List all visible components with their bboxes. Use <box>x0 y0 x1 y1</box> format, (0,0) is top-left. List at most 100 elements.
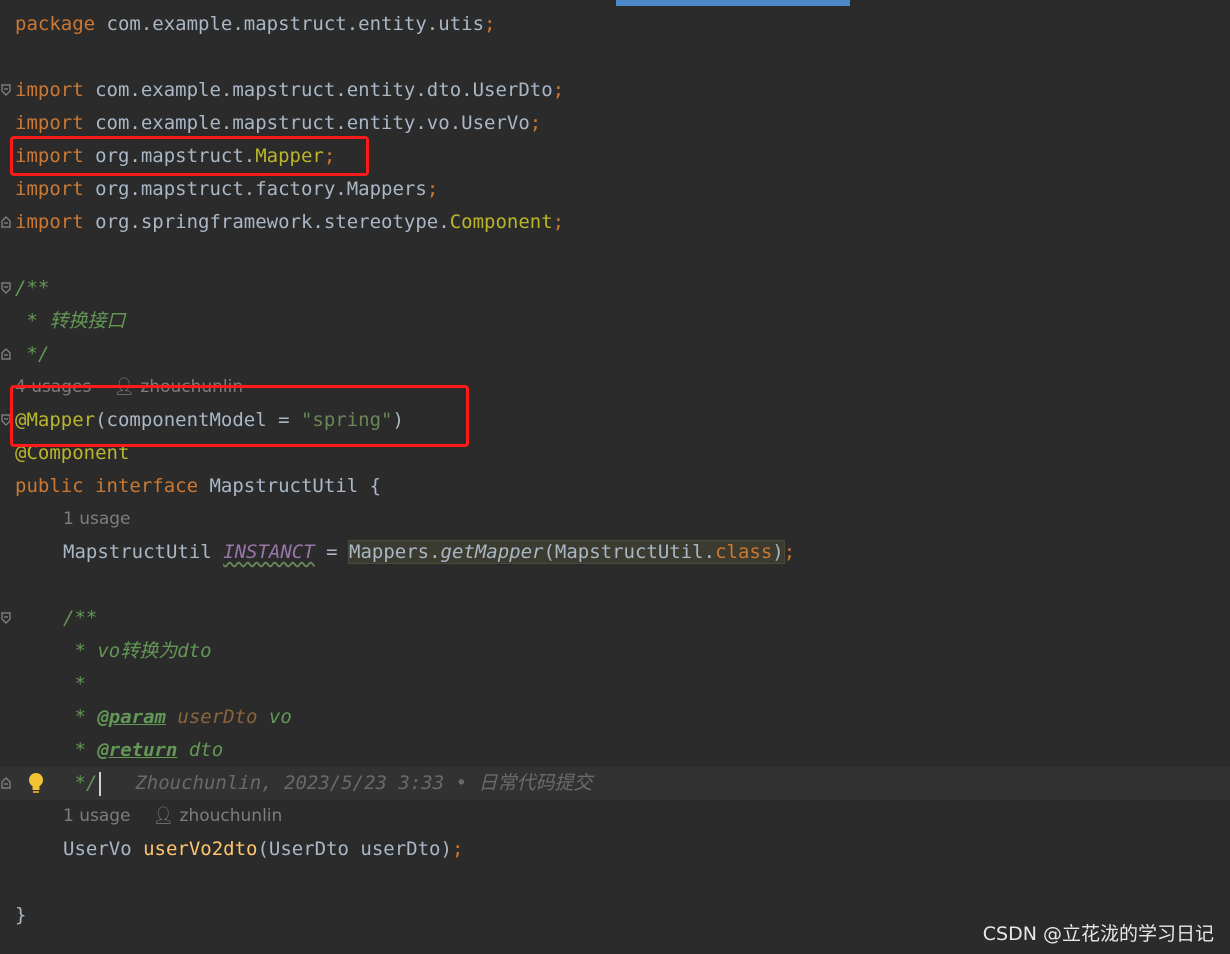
keyword: import <box>15 79 84 101</box>
person-icon: 👤︎ <box>152 806 175 826</box>
text-caret <box>99 771 102 796</box>
code-line-doc-text[interactable]: * 转换接口 <box>0 305 1230 338</box>
code-line-doc2-text[interactable]: * vo转换为dto <box>0 635 1230 668</box>
scroll-indicator[interactable] <box>616 0 850 6</box>
method-name: userVo2dto <box>143 838 258 860</box>
fold-marker-icon[interactable] <box>1 414 11 426</box>
code-line-current[interactable]: */ Zhouchunlin, 2023/5/23 3:33 • 日常代码提交 <box>0 767 1230 800</box>
code-line-doc2-star[interactable]: * <box>0 668 1230 701</box>
inlay-hint-instance[interactable]: 1 usage <box>0 503 1230 536</box>
semicolon: ; <box>451 838 464 860</box>
doc-comment: * vo转换为dto <box>63 640 212 662</box>
doc-comment: */ <box>63 772 98 794</box>
code-line-mapper-annotation[interactable]: @Mapper(componentModel = "spring") <box>0 404 1230 437</box>
interface-name: MapstructUtil { <box>198 475 382 497</box>
doc-comment: * 转换接口 <box>15 310 126 332</box>
code-line-method[interactable]: UserVo userVo2dto(UserDto userDto); <box>0 833 1230 866</box>
git-blame-annotation[interactable]: Zhouchunlin, 2023/5/23 3:33 • 日常代码提交 <box>135 772 592 794</box>
field-name: INSTANCT <box>223 541 315 563</box>
semicolon: ; <box>529 112 542 134</box>
keyword: import <box>15 112 84 134</box>
class-name: Component <box>449 211 553 233</box>
doc-comment: dto <box>177 739 224 761</box>
fold-marker-icon[interactable] <box>1 282 11 294</box>
doc-comment: * <box>63 673 86 695</box>
doc-comment: * <box>63 739 98 761</box>
code-line-component-annotation[interactable]: @Component <box>0 437 1230 470</box>
operator: = <box>314 541 349 563</box>
fold-marker-icon[interactable] <box>1 84 11 96</box>
code-line-package[interactable]: package com.example.mapstruct.entity.uti… <box>0 8 1230 41</box>
code-line-doc2-param[interactable]: * @param userDto vo <box>0 701 1230 734</box>
code-line-import-mapper[interactable]: import org.mapstruct.Mapper; <box>0 140 1230 173</box>
code-line-import-mappers[interactable]: import org.mapstruct.factory.Mappers; <box>0 173 1230 206</box>
annotation: @Component <box>15 442 130 464</box>
return-type: UserVo <box>63 838 144 860</box>
import-path: org.springframework.stereotype. <box>83 211 450 233</box>
semicolon: ; <box>783 541 796 563</box>
keyword: import <box>15 145 84 167</box>
usages-hint[interactable]: 1 usage <box>63 503 131 536</box>
code-line-import-uservo[interactable]: import com.example.mapstruct.entity.vo.U… <box>0 107 1230 140</box>
code-line-import-component[interactable]: import org.springframework.stereotype.Co… <box>0 206 1230 239</box>
code-line-instance[interactable]: MapstructUtil INSTANCT = Mappers.getMapp… <box>0 536 1230 569</box>
semicolon: ; <box>323 145 336 167</box>
doc-tag: @return <box>97 739 178 761</box>
fold-marker-icon[interactable] <box>1 348 11 360</box>
doc-param-name: userDto <box>165 706 258 728</box>
fold-marker-icon[interactable] <box>1 777 11 789</box>
paren: ) <box>772 541 784 563</box>
keyword: import <box>15 178 84 200</box>
annotation: @Mapper <box>15 409 96 431</box>
keyword: import <box>15 211 84 233</box>
doc-comment: /** <box>15 277 50 299</box>
doc-comment: vo <box>257 706 292 728</box>
semicolon: ; <box>426 178 439 200</box>
inlay-hint-method[interactable]: 1 usage 👤︎ zhouchunlin <box>0 800 1230 833</box>
lightbulb-icon[interactable] <box>26 771 46 795</box>
args: (MapstructUtil. <box>543 541 716 563</box>
import-path: org.mapstruct. <box>83 145 256 167</box>
params: (UserDto userDto) <box>257 838 452 860</box>
watermark: CSDN @立花泷的学习日记 <box>982 923 1214 945</box>
doc-comment: */ <box>15 343 50 365</box>
keyword: public <box>15 475 84 497</box>
keyword: class <box>715 541 773 563</box>
doc-comment: /** <box>63 607 98 629</box>
person-icon: 👤︎ <box>113 377 135 397</box>
paren: ) <box>392 409 404 431</box>
type-name: MapstructUtil <box>63 541 224 563</box>
string-literal: "spring" <box>300 409 393 431</box>
code-line-interface-declaration[interactable]: public interface MapstructUtil { <box>0 470 1230 503</box>
code-line-doc2-return[interactable]: * @return dto <box>0 734 1230 767</box>
semicolon: ; <box>552 211 565 233</box>
author-hint: zhouchunlin <box>140 377 244 397</box>
usages-hint[interactable]: 1 usage <box>63 806 131 826</box>
semicolon: ; <box>484 13 496 35</box>
code-line-doc-open[interactable]: /** <box>0 272 1230 305</box>
code-editor[interactable]: package com.example.mapstruct.entity.uti… <box>0 0 1230 954</box>
doc-tag: @param <box>97 706 166 728</box>
closing-brace: } <box>15 904 27 926</box>
method-call: getMapper <box>440 541 544 563</box>
fold-marker-icon[interactable] <box>1 612 11 624</box>
import-path: org.mapstruct.factory.Mappers <box>83 178 427 200</box>
import-path: com.example.mapstruct.entity.dto.UserDto <box>83 79 553 101</box>
class-ref: Mappers. <box>349 541 441 563</box>
keyword: package <box>15 13 96 35</box>
selected-expression: Mappers.getMapper(MapstructUtil.class) <box>348 540 785 564</box>
doc-comment: * <box>63 706 98 728</box>
import-path: com.example.mapstruct.entity.vo.UserVo <box>83 112 530 134</box>
keyword: interface <box>95 475 199 497</box>
code-line-import-userdto[interactable]: import com.example.mapstruct.entity.dto.… <box>0 74 1230 107</box>
annotation-args: (componentModel = <box>95 409 301 431</box>
code-line-doc-close[interactable]: */ <box>0 338 1230 371</box>
class-name: Mapper <box>255 145 324 167</box>
inlay-hint-interface[interactable]: 4 usages 👤︎ zhouchunlin <box>0 371 1230 404</box>
package-name: com.example.mapstruct.entity.utis <box>95 13 485 35</box>
fold-marker-icon[interactable] <box>1 216 11 228</box>
semicolon: ; <box>552 79 565 101</box>
usages-hint[interactable]: 4 usages <box>15 377 91 397</box>
author-hint: zhouchunlin <box>179 806 283 826</box>
code-line-doc2-open[interactable]: /** <box>0 602 1230 635</box>
